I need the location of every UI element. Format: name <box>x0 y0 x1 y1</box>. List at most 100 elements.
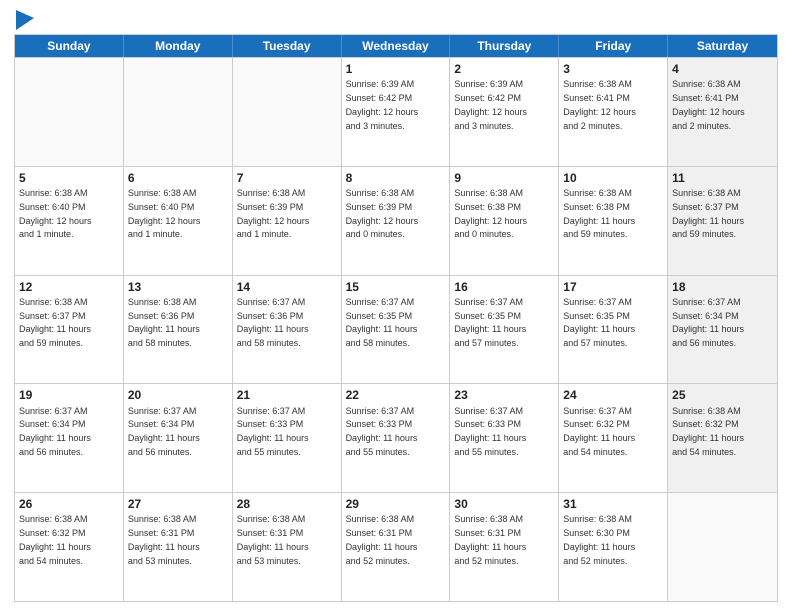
day-number: 14 <box>237 279 337 295</box>
day-info: Sunrise: 6:38 AM Sunset: 6:36 PM Dayligh… <box>128 297 200 348</box>
day-number: 7 <box>237 170 337 186</box>
day-number: 4 <box>672 61 773 77</box>
day-info: Sunrise: 6:37 AM Sunset: 6:33 PM Dayligh… <box>454 406 526 457</box>
calendar-cell: 15 Sunrise: 6:37 AM Sunset: 6:35 PM Dayli… <box>342 276 451 384</box>
day-number: 18 <box>672 279 773 295</box>
day-number: 12 <box>19 279 119 295</box>
calendar-cell: 26 Sunrise: 6:38 AM Sunset: 6:32 PM Dayli… <box>15 493 124 601</box>
calendar-cell: 1 Sunrise: 6:39 AM Sunset: 6:42 PM Daylig… <box>342 58 451 166</box>
day-number: 15 <box>346 279 446 295</box>
calendar-cell: 6Sunrise: 6:38 AM Sunset: 6:40 PM Daylig… <box>124 167 233 275</box>
day-of-week-friday: Friday <box>559 35 668 57</box>
day-number: 16 <box>454 279 554 295</box>
day-of-week-thursday: Thursday <box>450 35 559 57</box>
day-info: Sunrise: 6:38 AM Sunset: 6:32 PM Dayligh… <box>672 406 744 457</box>
day-number: 25 <box>672 387 773 403</box>
calendar-header-row: SundayMondayTuesdayWednesdayThursdayFrid… <box>15 35 777 57</box>
calendar-cell: 4 Sunrise: 6:38 AM Sunset: 6:41 PM Daylig… <box>668 58 777 166</box>
header <box>14 10 778 26</box>
day-info: Sunrise: 6:38 AM Sunset: 6:37 PM Dayligh… <box>19 297 91 348</box>
calendar-cell: 31 Sunrise: 6:38 AM Sunset: 6:30 PM Dayli… <box>559 493 668 601</box>
day-of-week-saturday: Saturday <box>668 35 777 57</box>
calendar-cell: 21 Sunrise: 6:37 AM Sunset: 6:33 PM Dayli… <box>233 384 342 492</box>
day-number: 23 <box>454 387 554 403</box>
day-info: Sunrise: 6:37 AM Sunset: 6:34 PM Dayligh… <box>672 297 744 348</box>
calendar-cell: 22 Sunrise: 6:37 AM Sunset: 6:33 PM Dayli… <box>342 384 451 492</box>
day-of-week-sunday: Sunday <box>15 35 124 57</box>
day-info: Sunrise: 6:37 AM Sunset: 6:35 PM Dayligh… <box>454 297 526 348</box>
day-number: 1 <box>346 61 446 77</box>
calendar-cell: 19Sunrise: 6:37 AM Sunset: 6:34 PM Dayli… <box>15 384 124 492</box>
calendar-cell: 2 Sunrise: 6:39 AM Sunset: 6:42 PM Daylig… <box>450 58 559 166</box>
day-number: 8 <box>346 170 446 186</box>
day-info: Sunrise: 6:38 AM Sunset: 6:41 PM Dayligh… <box>672 79 745 130</box>
calendar-week-1: 1 Sunrise: 6:39 AM Sunset: 6:42 PM Daylig… <box>15 57 777 166</box>
day-info: Sunrise: 6:37 AM Sunset: 6:33 PM Dayligh… <box>237 406 309 457</box>
day-info: Sunrise: 6:37 AM Sunset: 6:36 PM Dayligh… <box>237 297 309 348</box>
calendar-week-5: 26 Sunrise: 6:38 AM Sunset: 6:32 PM Dayli… <box>15 492 777 601</box>
day-info: Sunrise: 6:37 AM Sunset: 6:33 PM Dayligh… <box>346 406 418 457</box>
calendar-cell <box>233 58 342 166</box>
day-number: 21 <box>237 387 337 403</box>
day-info: Sunrise: 6:38 AM Sunset: 6:40 PM Dayligh… <box>19 188 92 239</box>
day-number: 2 <box>454 61 554 77</box>
page: SundayMondayTuesdayWednesdayThursdayFrid… <box>0 0 792 612</box>
day-info: Sunrise: 6:38 AM Sunset: 6:39 PM Dayligh… <box>346 188 419 239</box>
calendar-cell: 20Sunrise: 6:37 AM Sunset: 6:34 PM Dayli… <box>124 384 233 492</box>
day-info: Sunrise: 6:37 AM Sunset: 6:34 PM Dayligh… <box>128 406 200 457</box>
calendar-cell: 10Sunrise: 6:38 AM Sunset: 6:38 PM Dayli… <box>559 167 668 275</box>
calendar-cell: 11 Sunrise: 6:38 AM Sunset: 6:37 PM Dayli… <box>668 167 777 275</box>
calendar-cell: 18 Sunrise: 6:37 AM Sunset: 6:34 PM Dayli… <box>668 276 777 384</box>
calendar-cell <box>15 58 124 166</box>
day-number: 28 <box>237 496 337 512</box>
day-info: Sunrise: 6:38 AM Sunset: 6:38 PM Dayligh… <box>454 188 527 239</box>
day-info: Sunrise: 6:38 AM Sunset: 6:40 PM Dayligh… <box>128 188 201 239</box>
day-info: Sunrise: 6:37 AM Sunset: 6:35 PM Dayligh… <box>563 297 635 348</box>
day-number: 11 <box>672 170 773 186</box>
day-number: 30 <box>454 496 554 512</box>
calendar-cell: 12 Sunrise: 6:38 AM Sunset: 6:37 PM Dayli… <box>15 276 124 384</box>
calendar-week-3: 12 Sunrise: 6:38 AM Sunset: 6:37 PM Dayli… <box>15 275 777 384</box>
day-info: Sunrise: 6:38 AM Sunset: 6:32 PM Dayligh… <box>19 514 91 565</box>
day-info: Sunrise: 6:38 AM Sunset: 6:37 PM Dayligh… <box>672 188 744 239</box>
day-info: Sunrise: 6:38 AM Sunset: 6:31 PM Dayligh… <box>237 514 309 565</box>
day-info: Sunrise: 6:38 AM Sunset: 6:31 PM Dayligh… <box>346 514 418 565</box>
calendar-cell: 25 Sunrise: 6:38 AM Sunset: 6:32 PM Dayli… <box>668 384 777 492</box>
day-number: 24 <box>563 387 663 403</box>
day-info: Sunrise: 6:38 AM Sunset: 6:41 PM Dayligh… <box>563 79 636 130</box>
day-number: 17 <box>563 279 663 295</box>
calendar-cell: 13 Sunrise: 6:38 AM Sunset: 6:36 PM Dayli… <box>124 276 233 384</box>
day-number: 27 <box>128 496 228 512</box>
day-info: Sunrise: 6:37 AM Sunset: 6:32 PM Dayligh… <box>563 406 635 457</box>
day-number: 3 <box>563 61 663 77</box>
calendar-cell: 9 Sunrise: 6:38 AM Sunset: 6:38 PM Daylig… <box>450 167 559 275</box>
calendar-cell: 7Sunrise: 6:38 AM Sunset: 6:39 PM Daylig… <box>233 167 342 275</box>
calendar-cell: 16 Sunrise: 6:37 AM Sunset: 6:35 PM Dayli… <box>450 276 559 384</box>
day-info: Sunrise: 6:37 AM Sunset: 6:34 PM Dayligh… <box>19 406 91 457</box>
logo-icon <box>16 10 34 30</box>
day-number: 31 <box>563 496 663 512</box>
day-number: 13 <box>128 279 228 295</box>
day-info: Sunrise: 6:39 AM Sunset: 6:42 PM Dayligh… <box>454 79 527 130</box>
day-number: 9 <box>454 170 554 186</box>
day-info: Sunrise: 6:39 AM Sunset: 6:42 PM Dayligh… <box>346 79 419 130</box>
day-number: 22 <box>346 387 446 403</box>
calendar-cell: 17 Sunrise: 6:37 AM Sunset: 6:35 PM Dayli… <box>559 276 668 384</box>
day-info: Sunrise: 6:38 AM Sunset: 6:30 PM Dayligh… <box>563 514 635 565</box>
calendar-cell: 14 Sunrise: 6:37 AM Sunset: 6:36 PM Dayli… <box>233 276 342 384</box>
calendar-body: 1 Sunrise: 6:39 AM Sunset: 6:42 PM Daylig… <box>15 57 777 601</box>
day-info: Sunrise: 6:37 AM Sunset: 6:35 PM Dayligh… <box>346 297 418 348</box>
calendar-cell: 23 Sunrise: 6:37 AM Sunset: 6:33 PM Dayli… <box>450 384 559 492</box>
day-number: 26 <box>19 496 119 512</box>
calendar: SundayMondayTuesdayWednesdayThursdayFrid… <box>14 34 778 602</box>
day-of-week-tuesday: Tuesday <box>233 35 342 57</box>
calendar-week-4: 19Sunrise: 6:37 AM Sunset: 6:34 PM Dayli… <box>15 383 777 492</box>
day-info: Sunrise: 6:38 AM Sunset: 6:31 PM Dayligh… <box>454 514 526 565</box>
day-number: 5 <box>19 170 119 186</box>
calendar-cell: 28 Sunrise: 6:38 AM Sunset: 6:31 PM Dayli… <box>233 493 342 601</box>
logo <box>14 10 34 26</box>
calendar-cell: 5 Sunrise: 6:38 AM Sunset: 6:40 PM Daylig… <box>15 167 124 275</box>
calendar-cell: 24 Sunrise: 6:37 AM Sunset: 6:32 PM Dayli… <box>559 384 668 492</box>
day-number: 29 <box>346 496 446 512</box>
calendar-cell: 29 Sunrise: 6:38 AM Sunset: 6:31 PM Dayli… <box>342 493 451 601</box>
